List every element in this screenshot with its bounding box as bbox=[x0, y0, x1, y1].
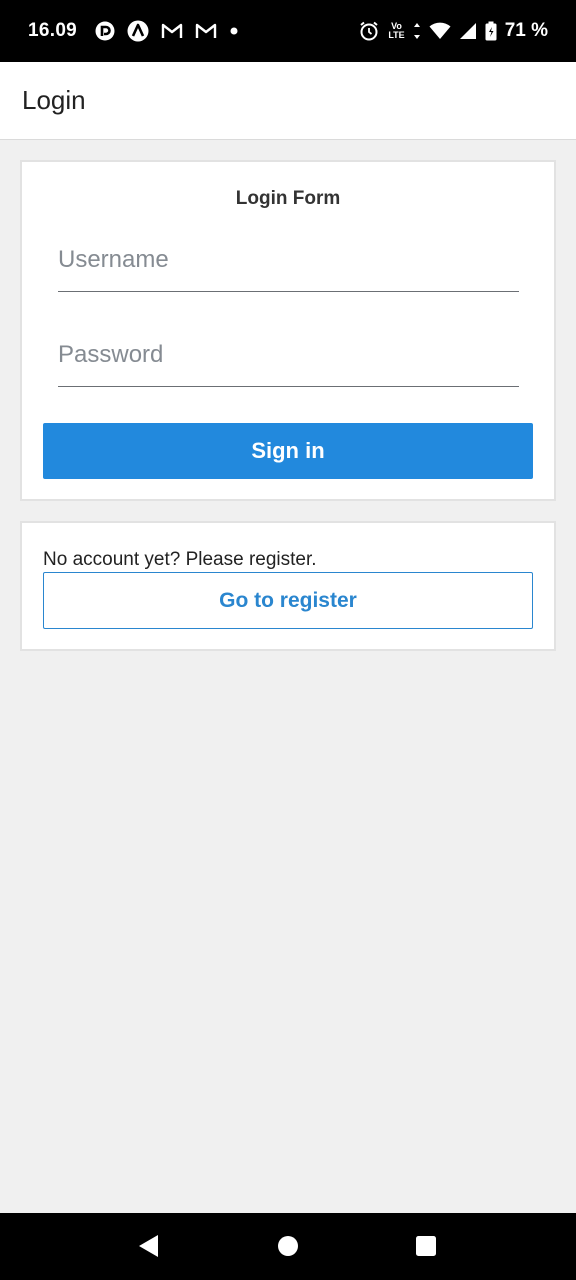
navigation-bar bbox=[0, 1213, 576, 1280]
status-time: 16.09 bbox=[28, 20, 78, 41]
gmail-icon bbox=[195, 23, 217, 39]
home-icon[interactable] bbox=[277, 1235, 299, 1257]
app-bar: Login bbox=[0, 62, 576, 140]
volte-icon: Vo LTE bbox=[388, 22, 404, 40]
login-form-title: Login Form bbox=[235, 188, 341, 209]
dot-icon bbox=[229, 26, 239, 36]
data-arrows-icon bbox=[413, 22, 421, 40]
sign-in-button[interactable]: Sign in bbox=[43, 423, 533, 479]
back-icon[interactable] bbox=[136, 1233, 160, 1259]
username-field-container bbox=[58, 240, 519, 292]
status-bar-left: 16.09 bbox=[28, 20, 239, 42]
gmail-icon bbox=[161, 23, 183, 39]
volte-bottom-label: LTE bbox=[388, 30, 405, 40]
go-to-register-button[interactable]: Go to register bbox=[43, 572, 533, 629]
password-input[interactable] bbox=[58, 335, 519, 375]
wifi-icon bbox=[429, 22, 451, 40]
signal-icon bbox=[459, 22, 477, 40]
status-bar: 16.09 Vo LTE 71 % bbox=[0, 0, 576, 62]
username-input[interactable] bbox=[58, 240, 519, 280]
recents-icon[interactable] bbox=[415, 1235, 437, 1257]
register-prompt: No account yet? Please register. bbox=[43, 549, 317, 570]
alarm-icon bbox=[358, 20, 380, 42]
register-card: No account yet? Please register. Go to r… bbox=[20, 521, 556, 651]
login-card: Login Form Sign in bbox=[20, 160, 556, 501]
battery-percent: 71 % bbox=[504, 20, 548, 41]
password-field-container bbox=[58, 335, 519, 387]
arc-icon bbox=[127, 20, 149, 42]
pocket-casts-icon bbox=[95, 21, 115, 41]
status-bar-right: Vo LTE 71 % bbox=[358, 20, 548, 42]
battery-icon bbox=[485, 21, 497, 41]
page-title: Login bbox=[22, 85, 86, 115]
